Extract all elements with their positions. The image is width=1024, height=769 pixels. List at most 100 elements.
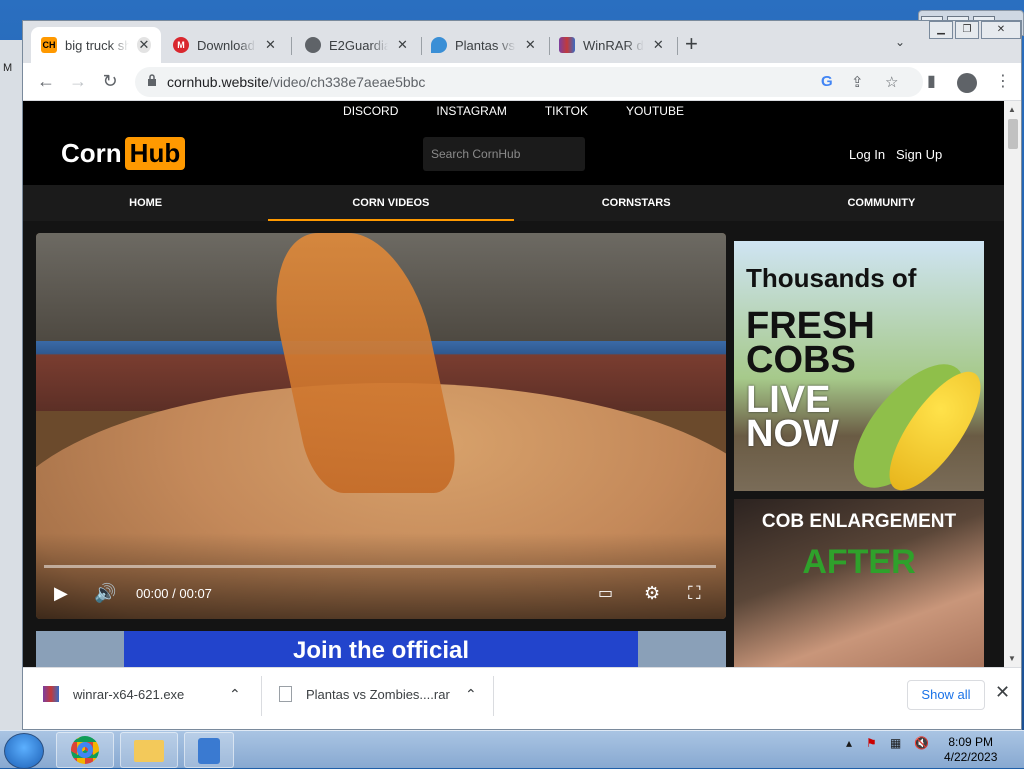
fullscreen-icon[interactable]: ⛶ xyxy=(688,583,701,604)
tab-title: Plantas vs Z xyxy=(455,37,516,53)
explorer-taskbar-icon[interactable] xyxy=(120,732,178,768)
login-link[interactable]: Log In xyxy=(849,147,885,162)
share-icon[interactable]: ⇪ xyxy=(851,73,864,91)
volume-icon[interactable]: 🔊 xyxy=(94,583,116,604)
winrar-icon xyxy=(559,37,575,53)
tray-expand-icon[interactable]: ▴ xyxy=(846,736,852,750)
forward-arrow-icon[interactable]: → xyxy=(67,71,89,92)
video-progress-bar[interactable] xyxy=(44,565,716,568)
youtube-link[interactable]: YOUTUBE xyxy=(626,104,684,121)
video-player[interactable]: ▶ 🔊 00:00 / 00:07 ▭ ⚙ ⛶ xyxy=(36,233,726,619)
close-tab-icon[interactable]: ✕ xyxy=(396,37,409,53)
tab-separator xyxy=(291,37,292,55)
plantas-icon xyxy=(431,37,447,53)
url-domain: cornhub.website xyxy=(167,74,269,90)
profile-avatar-icon[interactable] xyxy=(957,73,977,93)
bookmark-star-icon[interactable]: ☆ xyxy=(885,73,898,91)
play-icon[interactable]: ▶ xyxy=(54,583,68,604)
nav-cornstars[interactable]: CORNSTARS xyxy=(514,185,759,221)
network-icon[interactable]: ▦ xyxy=(890,736,901,750)
tab-big-truck[interactable]: CH big truck sh ✕ xyxy=(31,27,161,63)
clock-date: 4/22/2023 xyxy=(944,750,998,764)
search-input[interactable]: Search CornHub xyxy=(423,137,585,171)
discord-link[interactable]: DISCORD xyxy=(343,104,398,121)
menu-kebab-icon[interactable]: ⋮ xyxy=(995,71,1011,91)
clock-time: 8:09 PM xyxy=(948,735,994,749)
show-all-button[interactable]: Show all xyxy=(907,680,985,710)
volume-muted-icon[interactable]: 🔇 xyxy=(914,736,929,750)
url-text: cornhub.website/video/ch338e7aeae5bbc xyxy=(167,74,425,90)
download-filename: Plantas vs Zombies....rar xyxy=(306,686,450,702)
tab-separator xyxy=(677,37,678,55)
restore-window-icon[interactable]: ❐ xyxy=(955,21,979,39)
close-tab-icon[interactable]: ✕ xyxy=(264,37,277,53)
social-links-bar: DISCORD INSTAGRAM TIKTOK YOUTUBE xyxy=(23,101,1004,121)
mega-icon: M xyxy=(173,37,189,53)
download-item-winrar[interactable]: winrar-x64-621.exe ⌃ xyxy=(43,668,261,720)
ad-fresh-cobs[interactable]: Thousands of FRESH COBS LIVE NOW xyxy=(734,241,984,491)
chevron-up-icon[interactable]: ⌃ xyxy=(465,686,477,703)
lock-icon xyxy=(148,74,156,86)
scroll-up-arrow-icon[interactable]: ▲ xyxy=(1008,105,1016,114)
address-bar[interactable]: cornhub.website/video/ch338e7aeae5bbc G … xyxy=(135,67,923,97)
back-arrow-icon[interactable]: ← xyxy=(35,71,57,92)
tab-download[interactable]: M Download - ✕ xyxy=(163,27,287,63)
miniplayer-icon[interactable]: ▭ xyxy=(598,583,613,603)
ad-cob-enlargement[interactable]: COB ENLARGEMENT AFTER xyxy=(734,499,984,667)
site-logo[interactable]: Corn Hub xyxy=(61,137,186,170)
tab-strip: CH big truck sh ✕ M Download - ✕ E2Guard… xyxy=(23,21,1021,63)
system-clock[interactable]: 8:09 PM 4/22/2023 xyxy=(944,735,997,765)
tab-e2guardian[interactable]: E2Guardian ✕ xyxy=(295,27,419,63)
video-controls-gradient xyxy=(36,533,726,619)
close-tab-icon[interactable]: ✕ xyxy=(652,37,665,53)
signup-link[interactable]: Sign Up xyxy=(896,147,942,162)
close-window-icon[interactable]: ✕ xyxy=(981,21,1021,39)
logo-corn: Corn xyxy=(61,138,122,168)
chevron-up-icon[interactable]: ⌃ xyxy=(229,686,241,703)
tab-winrar[interactable]: WinRAR do ✕ xyxy=(549,27,675,63)
globe-icon xyxy=(305,37,321,53)
download-separator xyxy=(261,676,262,716)
browser-toolbar: ← → ↻ cornhub.website/video/ch338e7aeae5… xyxy=(23,63,1021,101)
close-tab-icon[interactable]: ✕ xyxy=(136,37,151,53)
tab-title: Download - xyxy=(197,37,256,53)
ad1-heading: Thousands of xyxy=(746,263,917,293)
ad1-fresh: FRESH xyxy=(746,305,875,347)
ad1-now: NOW xyxy=(746,413,839,455)
start-button[interactable] xyxy=(4,733,44,769)
flag-alert-icon[interactable]: ⚑ xyxy=(866,736,877,750)
tab-search-chevron-icon[interactable]: ⌄ xyxy=(895,35,905,49)
scroll-thumb[interactable] xyxy=(1008,119,1018,149)
google-lens-icon[interactable]: G xyxy=(821,73,833,90)
tab-plantas[interactable]: Plantas vs Z ✕ xyxy=(421,27,547,63)
promo-banner[interactable]: Join the official xyxy=(36,631,726,667)
main-nav: HOME CORN VIDEOS CORNSTARS COMMUNITY xyxy=(23,185,1004,221)
settings-gear-icon[interactable]: ⚙ xyxy=(644,583,660,604)
windows-taskbar: ▴ ⚑ ▦ 🔇 8:09 PM 4/22/2023 xyxy=(0,730,1024,769)
tab-title: big truck sh xyxy=(65,37,129,53)
nav-home[interactable]: HOME xyxy=(23,185,268,221)
new-tab-button[interactable]: + xyxy=(685,31,698,57)
side-panel-icon[interactable]: ▮ xyxy=(927,71,936,91)
download-filename: winrar-x64-621.exe xyxy=(73,686,185,702)
instagram-link[interactable]: INSTAGRAM xyxy=(436,104,506,121)
tab-title: WinRAR do xyxy=(583,37,644,53)
close-tab-icon[interactable]: ✕ xyxy=(524,37,537,53)
nav-community[interactable]: COMMUNITY xyxy=(759,185,1004,221)
close-download-shelf-icon[interactable]: ✕ xyxy=(995,682,1010,703)
download-shelf: winrar-x64-621.exe ⌃ Plantas vs Zombies.… xyxy=(23,667,1021,729)
tiktok-link[interactable]: TIKTOK xyxy=(545,104,588,121)
scroll-down-arrow-icon[interactable]: ▼ xyxy=(1008,654,1016,663)
reload-icon[interactable]: ↻ xyxy=(99,71,121,92)
ad1-cobs: COBS xyxy=(746,339,856,381)
minimize-window-icon[interactable]: ▁ xyxy=(929,21,953,39)
page-scrollbar[interactable]: ▲ ▼ xyxy=(1004,101,1021,667)
web-page: DISCORD INSTAGRAM TIKTOK YOUTUBE Corn Hub… xyxy=(23,101,1004,667)
download-item-plantas[interactable]: Plantas vs Zombies....rar ⌃ xyxy=(279,668,495,720)
chrome-taskbar-icon[interactable] xyxy=(56,732,114,768)
network-app-taskbar-icon[interactable] xyxy=(184,732,234,768)
nav-corn-videos[interactable]: CORN VIDEOS xyxy=(268,185,514,221)
ad1-live-now: LIVE NOW xyxy=(746,379,839,455)
ad1-live: LIVE xyxy=(746,379,831,421)
tab-title: E2Guardian xyxy=(329,37,388,53)
